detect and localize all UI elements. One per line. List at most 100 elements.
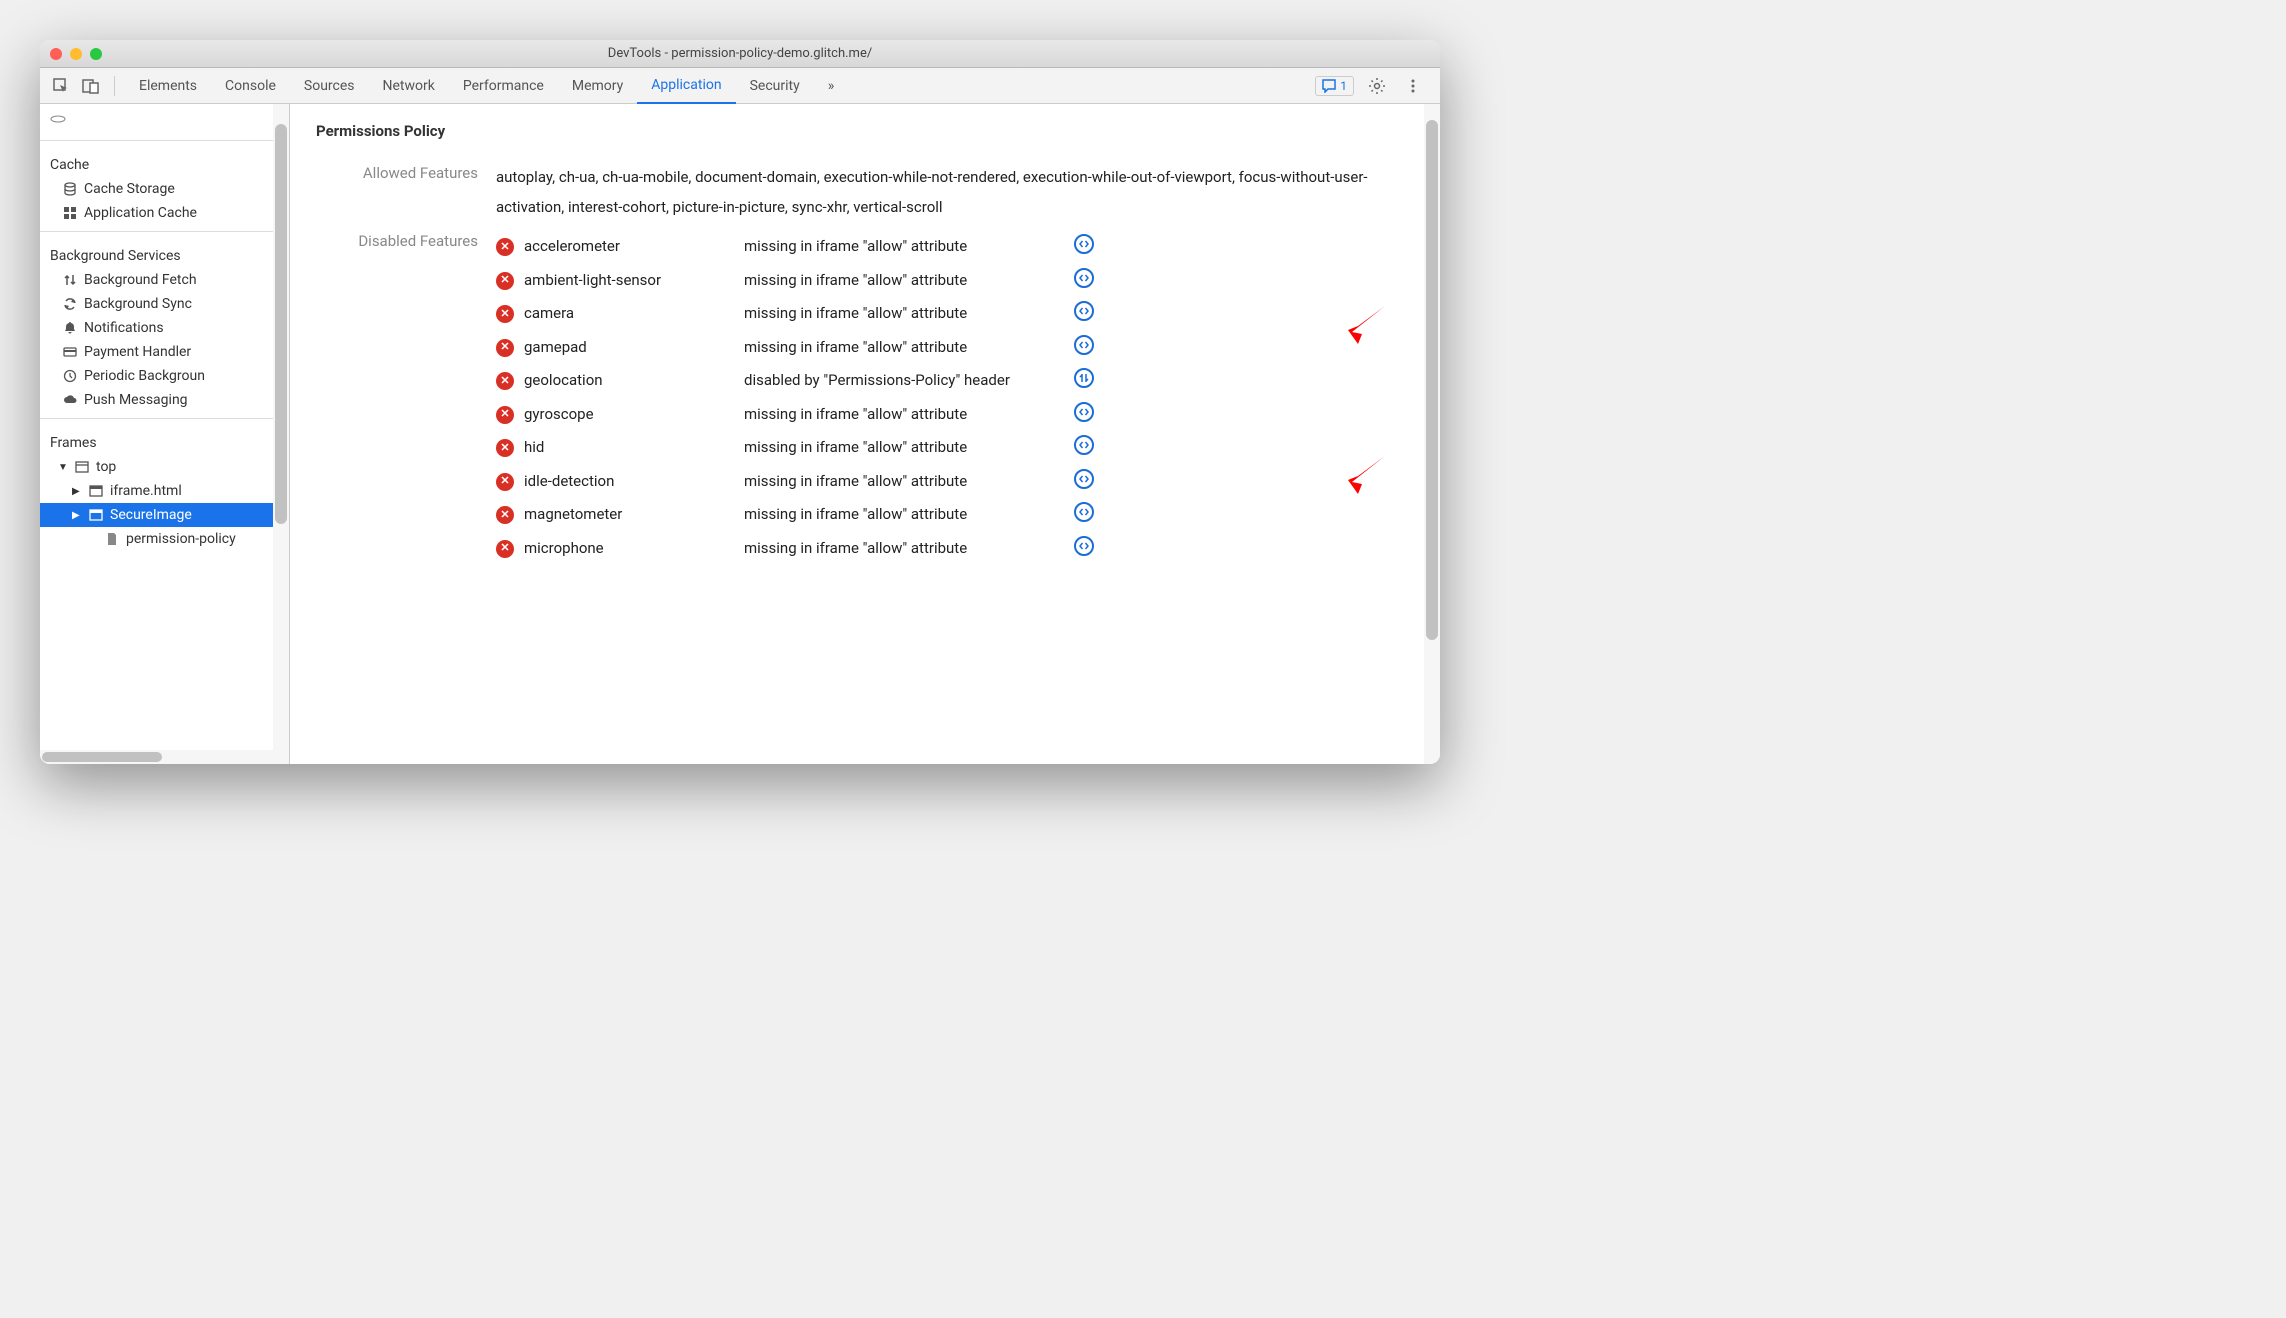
tab-performance[interactable]: Performance (449, 68, 558, 104)
feature-reason: disabled by "Permissions-Policy" header (744, 368, 1064, 394)
feature-name: microphone (524, 536, 734, 562)
sidebar-item-notifications[interactable]: Notifications (40, 316, 289, 340)
reveal-in-elements-button[interactable] (1074, 335, 1104, 355)
frame-tree-iframe[interactable]: ▶ iframe.html (40, 479, 289, 503)
cloud-icon (62, 392, 78, 408)
reveal-in-elements-button[interactable] (1074, 234, 1104, 254)
minimize-window-button[interactable] (70, 48, 82, 60)
sidebar-scrollbar-thumb[interactable] (275, 124, 287, 524)
feature-reason: missing in iframe "allow" attribute (744, 268, 1064, 294)
updown-arrows-icon (62, 272, 78, 288)
window-titlebar: DevTools - permission-policy-demo.glitch… (40, 40, 1440, 68)
more-tabs-button[interactable]: » (814, 68, 849, 104)
reveal-in-elements-button[interactable] (1074, 536, 1104, 556)
feature-name: magnetometer (524, 502, 734, 528)
disabled-features-label: Disabled Features (316, 230, 496, 565)
reveal-in-network-button[interactable] (1074, 368, 1104, 388)
tab-sources[interactable]: Sources (290, 68, 369, 104)
frame-tree-secureimage[interactable]: ▶ SecureImage (40, 503, 289, 527)
tab-memory[interactable]: Memory (558, 68, 637, 104)
code-link-icon (1074, 469, 1094, 489)
reveal-in-elements-button[interactable] (1074, 402, 1104, 422)
frame-label: SecureImage (110, 507, 192, 523)
error-x-icon (496, 439, 514, 457)
tab-elements[interactable]: Elements (125, 68, 211, 104)
sidebar-item-label: Application Cache (84, 205, 197, 221)
disabled-feature-row: gyroscopemissing in iframe "allow" attri… (496, 398, 1414, 432)
error-x-icon (496, 406, 514, 424)
devtools-tabs: Elements Console Sources Network Perform… (125, 68, 1311, 104)
allowed-features-row: Allowed Features autoplay, ch-ua, ch-ua-… (316, 162, 1414, 222)
tab-application[interactable]: Application (637, 68, 735, 104)
database-icon (62, 181, 78, 197)
sidebar-item-label: Background Sync (84, 296, 192, 312)
expand-arrow-icon[interactable]: ▶ (72, 486, 82, 497)
disabled-feature-row: microphonemissing in iframe "allow" attr… (496, 532, 1414, 566)
reveal-in-elements-button[interactable] (1074, 301, 1104, 321)
main-scrollbar-thumb[interactable] (1426, 120, 1438, 640)
code-link-icon (1074, 268, 1094, 288)
error-x-icon (496, 238, 514, 256)
more-menu-icon[interactable] (1400, 73, 1426, 99)
close-window-button[interactable] (50, 48, 62, 60)
sidebar-hscrollbar-thumb[interactable] (42, 752, 162, 762)
maximize-window-button[interactable] (90, 48, 102, 60)
frame-tree-permission-policy[interactable]: permission-policy (40, 527, 289, 551)
device-toolbar-icon[interactable] (78, 73, 104, 99)
tab-console[interactable]: Console (211, 68, 290, 104)
sidebar-item-background-sync[interactable]: Background Sync (40, 292, 289, 316)
reveal-in-elements-button[interactable] (1074, 502, 1104, 522)
sidebar-item-push-messaging[interactable]: Push Messaging (40, 388, 289, 412)
code-link-icon (1074, 301, 1094, 321)
feature-reason: missing in iframe "allow" attribute (744, 301, 1064, 327)
error-x-icon (496, 305, 514, 323)
network-link-icon (1074, 368, 1094, 388)
disabled-feature-row: magnetometermissing in iframe "allow" at… (496, 498, 1414, 532)
feature-reason: missing in iframe "allow" attribute (744, 469, 1064, 495)
file-icon (104, 531, 120, 547)
devtools-window: DevTools - permission-policy-demo.glitch… (40, 40, 1440, 764)
reveal-in-elements-button[interactable] (1074, 268, 1104, 288)
sidebar-item-background-fetch[interactable]: Background Fetch (40, 268, 289, 292)
feature-reason: missing in iframe "allow" attribute (744, 435, 1064, 461)
sidebar-item-label: Notifications (84, 320, 164, 336)
code-link-icon (1074, 435, 1094, 455)
sidebar-item-payment-handler[interactable]: Payment Handler (40, 340, 289, 364)
feature-name: camera (524, 301, 734, 327)
frame-tree-top[interactable]: ▼ top (40, 455, 289, 479)
disabled-feature-row: accelerometermissing in iframe "allow" a… (496, 230, 1414, 264)
error-x-icon (496, 473, 514, 491)
tab-network[interactable]: Network (369, 68, 449, 104)
feature-name: idle-detection (524, 469, 734, 495)
application-sidebar[interactable]: Cache Cache Storage Application Cache Ba… (40, 104, 290, 764)
devtools-body: Cache Cache Storage Application Cache Ba… (40, 104, 1440, 764)
reveal-in-elements-button[interactable] (1074, 469, 1104, 489)
issues-button[interactable]: 1 (1315, 76, 1354, 96)
divider (40, 231, 289, 232)
tab-security[interactable]: Security (736, 68, 814, 104)
expand-arrow-icon[interactable]: ▶ (72, 510, 82, 521)
settings-icon[interactable] (1364, 73, 1390, 99)
inspect-element-icon[interactable] (48, 73, 74, 99)
bell-icon (62, 320, 78, 336)
sidebar-item-periodic-background[interactable]: Periodic Backgroun (40, 364, 289, 388)
expand-arrow-icon[interactable]: ▼ (58, 462, 68, 473)
sidebar-item-application-cache[interactable]: Application Cache (40, 201, 289, 225)
sidebar-item-cache-storage[interactable]: Cache Storage (40, 177, 289, 201)
sidebar-scrollbar[interactable] (273, 104, 289, 764)
window-icon (74, 459, 90, 475)
error-x-icon (496, 506, 514, 524)
sidebar-item-label: Push Messaging (84, 392, 188, 408)
disabled-feature-row: gamepadmissing in iframe "allow" attribu… (496, 331, 1414, 365)
allowed-features-label: Allowed Features (316, 162, 496, 222)
sidebar-section-cache: Cache (40, 147, 289, 177)
main-scrollbar[interactable] (1424, 104, 1440, 764)
sidebar-unknown-item[interactable] (40, 110, 289, 134)
main-panel[interactable]: Permissions Policy Allowed Features auto… (290, 104, 1440, 764)
code-link-icon (1074, 234, 1094, 254)
reveal-in-elements-button[interactable] (1074, 435, 1104, 455)
feature-name: accelerometer (524, 234, 734, 260)
error-x-icon (496, 540, 514, 558)
sidebar-hscrollbar[interactable] (40, 750, 273, 764)
toolbar-separator (114, 76, 115, 96)
